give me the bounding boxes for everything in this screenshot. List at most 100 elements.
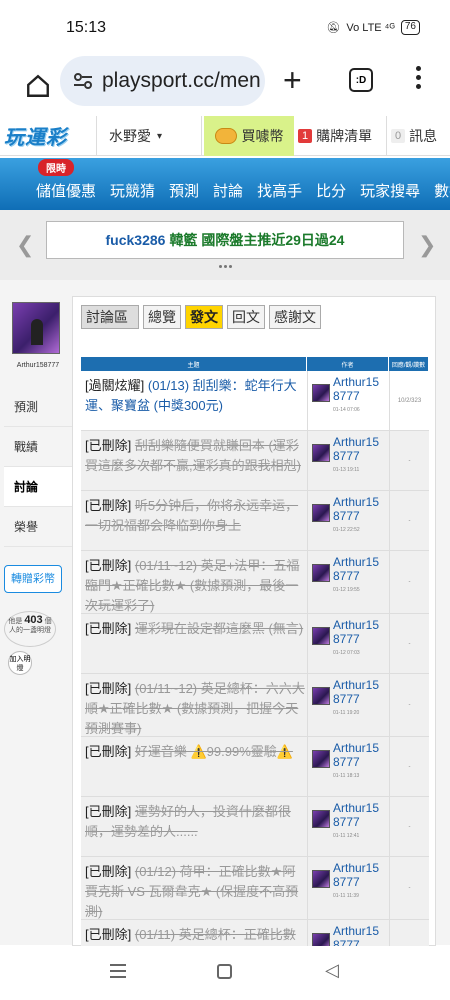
author-cell: Arthur158777 01-11 11:39 (307, 857, 389, 919)
status-bar: 15:13 🔕︎ Vo LTE ⁴ᴳ 76 (0, 0, 450, 56)
topic-cell[interactable]: [已刪除] (01/11~12) 英足總杯：六六大順★正確比數★ (數據預測，把… (81, 674, 307, 736)
tab-replies[interactable]: 回文 (227, 305, 265, 329)
site-logo[interactable]: 玩運彩 (0, 116, 90, 156)
author-name[interactable]: Arthur158777 (333, 375, 385, 403)
stats-cell: - (389, 491, 429, 550)
transfer-coin-button[interactable]: 轉贈彩幣 (4, 565, 62, 593)
topic-cell[interactable]: [已刪除] (01/11~12) 英足+法甲：五福臨門★正確比數★ (數據預測，… (81, 551, 307, 613)
table-row[interactable]: [已刪除] 運勢好的人，投資什麼都很順，運勢差的人...... Arthur158… (81, 797, 429, 857)
sidebar-item-discuss[interactable]: 討論 (4, 467, 72, 507)
tab-forum[interactable]: 討論區 (81, 305, 139, 329)
post-tag: [已刪除] (85, 804, 132, 819)
system-nav-bar: ◁ (0, 946, 450, 1000)
author-name[interactable]: Arthur158777 (333, 435, 385, 463)
table-row[interactable]: [已刪除] (01/11~12) 英足總杯：六六大順★正確比數★ (數據預測，把… (81, 674, 429, 737)
user-dropdown[interactable]: 水野愛 ▾ (96, 116, 202, 156)
author-avatar[interactable] (312, 444, 330, 462)
topic-cell[interactable]: [已刪除] (01/12) 荷甲：正確比數★阿賈克斯 VS 瓦爾韋克★ (保握度… (81, 857, 307, 919)
nav-item-scores[interactable]: 比分 (316, 180, 346, 201)
message-count-badge: 0 (391, 129, 406, 143)
author-avatar[interactable] (312, 870, 330, 888)
author-avatar[interactable] (312, 627, 330, 645)
nav-item-predict[interactable]: 預測 (169, 180, 199, 201)
new-tab-button[interactable]: + (283, 64, 302, 96)
author-avatar[interactable] (312, 687, 330, 705)
topic-cell[interactable]: [過關炫耀] (01/13) 刮刮樂：蛇年行大運、聚寶盆 (中獎300元) (81, 371, 307, 430)
table-row[interactable]: [已刪除] 運彩現在設定都這麼黑 (無言) Arthur158777 01-12 0… (81, 614, 429, 674)
post-date: 01-12 22:52 (333, 527, 360, 533)
sidebar-item-record[interactable]: 戰績 (4, 427, 72, 467)
topic-cell[interactable]: [已刪除] 運彩現在設定都這麼黑 (無言) (81, 614, 307, 673)
nav-item-player-search[interactable]: 玩家搜尋 (360, 180, 420, 201)
avatar[interactable] (12, 302, 60, 354)
nav-item-data[interactable]: 數據 (434, 180, 450, 201)
ticker-banner[interactable]: fuck3286 韓籃 國際盤主推近29日過24 (46, 221, 404, 259)
post-tag: [過關炫耀] (85, 378, 145, 393)
user-dropdown-label: 水野愛 (109, 128, 151, 144)
buy-coin-button[interactable]: 買噱幣 (204, 116, 294, 156)
topic-cell[interactable]: [已刪除] 運勢好的人，投資什麼都很順，運勢差的人...... (81, 797, 307, 856)
stats-cell: 10/2/323 (389, 371, 429, 430)
author-name[interactable]: Arthur158777 (333, 618, 385, 646)
author-avatar[interactable] (312, 384, 330, 402)
topic-cell[interactable]: [已刪除] 听5分钟后，你将永远幸运，一切祝福都会降临到你身上 (81, 491, 307, 550)
sidebar-item-predict[interactable]: 預測 (4, 387, 72, 427)
chevron-right-icon[interactable]: ❯ (418, 232, 436, 258)
tab-thanks[interactable]: 感謝文 (269, 305, 321, 329)
nav-item-experts[interactable]: 找高手 (257, 180, 302, 201)
cart-list-button[interactable]: 1 購牌清單 (298, 116, 380, 156)
topic-cell[interactable]: [已刪除] 好運音樂 ⚠️99.99%靈驗⚠️ (81, 737, 307, 796)
author-name[interactable]: Arthur158777 (333, 555, 385, 583)
author-name[interactable]: Arthur158777 (333, 495, 385, 523)
browser-menu-button[interactable] (412, 66, 424, 89)
author-name[interactable]: Arthur158777 (333, 861, 385, 889)
topic-cell[interactable]: [已刪除] 刮刮樂隨便買就賺回本 (運彩買這麼多次都不贏,運彩真的跟我相剋) (81, 431, 307, 490)
messages-button[interactable]: 0 訊息 (386, 116, 450, 156)
author-cell: Arthur158777 01-13 19:11 (307, 431, 389, 490)
tab-posts[interactable]: 發文 (185, 305, 223, 329)
post-date: 01-11 11:39 (333, 893, 359, 899)
recents-icon[interactable] (110, 964, 126, 978)
table-row[interactable]: [過關炫耀] (01/13) 刮刮樂：蛇年行大運、聚寶盆 (中獎300元) Art… (81, 371, 429, 431)
home-nav-icon[interactable] (217, 964, 232, 979)
url-bar[interactable]: playsport.cc/men (60, 56, 265, 106)
url-text: playsport.cc/men (102, 69, 261, 92)
table-row[interactable]: [已刪除] 听5分钟后，你将永远幸运，一切祝福都会降临到你身上 Arthur158… (81, 491, 429, 551)
chevron-left-icon[interactable]: ❮ (16, 232, 34, 258)
site-header: 玩運彩 水野愛 ▾ 買噱幣 1 購牌清單 0 訊息 (0, 116, 450, 156)
site-settings-icon[interactable] (72, 70, 94, 92)
back-icon[interactable]: ◁ (325, 960, 339, 981)
post-tag: [已刪除] (85, 681, 132, 696)
author-avatar[interactable] (312, 810, 330, 828)
table-row[interactable]: [已刪除] 刮刮樂隨便買就賺回本 (運彩買這麼多次都不贏,運彩真的跟我相剋) Ar… (81, 431, 429, 491)
author-avatar[interactable] (312, 750, 330, 768)
tab-overview[interactable]: 總覽 (143, 305, 181, 329)
join-lamp-button[interactable]: 加入明燈 (8, 651, 32, 675)
author-cell: Arthur158777 01-12 19:55 (307, 551, 389, 613)
header-stats: 回應/觀/讚數 (389, 357, 429, 371)
author-name[interactable]: Arthur158777 (333, 741, 385, 769)
post-title[interactable]: 好運音樂 ⚠️99.99%靈驗⚠️ (135, 744, 293, 759)
chevron-down-icon: ▾ (157, 130, 163, 142)
nav-item-discuss[interactable]: 討論 (213, 180, 243, 201)
author-name[interactable]: Arthur158777 (333, 801, 385, 829)
post-date: 01-12 19:55 (333, 587, 360, 593)
tab-switcher-button[interactable]: :D (349, 68, 373, 92)
table-row[interactable]: [已刪除] (01/11~12) 英足+法甲：五福臨門★正確比數★ (數據預測，… (81, 551, 429, 614)
nav-item-topup[interactable]: 儲值優惠 (36, 180, 96, 201)
home-button[interactable] (18, 66, 58, 106)
post-tag: [已刪除] (85, 864, 132, 879)
profile-sidebar: Arthur158777 預測 戰績 討論 榮譽 轉贈彩幣 他是 403 個人的… (4, 296, 72, 675)
stats-cell: - (389, 614, 429, 673)
nav-item-guess[interactable]: 玩競猜 (110, 180, 155, 201)
posts-table: 主題 作者 回應/觀/讚數 [過關炫耀] (01/13) 刮刮樂：蛇年行大運、聚… (81, 357, 429, 983)
table-row[interactable]: [已刪除] (01/12) 荷甲：正確比數★阿賈克斯 VS 瓦爾韋克★ (保握度… (81, 857, 429, 920)
mute-icon: 🔕︎ (326, 22, 341, 34)
sidebar-item-honor[interactable]: 榮譽 (4, 507, 72, 547)
post-title[interactable]: 運彩現在設定都這麼黑 (無言) (135, 621, 303, 636)
table-row[interactable]: [已刪除] 好運音樂 ⚠️99.99%靈驗⚠️ Arthur158777 01-11… (81, 737, 429, 797)
author-avatar[interactable] (312, 564, 330, 582)
post-tag: [已刪除] (85, 498, 132, 513)
author-avatar[interactable] (312, 504, 330, 522)
author-name[interactable]: Arthur158777 (333, 678, 385, 706)
